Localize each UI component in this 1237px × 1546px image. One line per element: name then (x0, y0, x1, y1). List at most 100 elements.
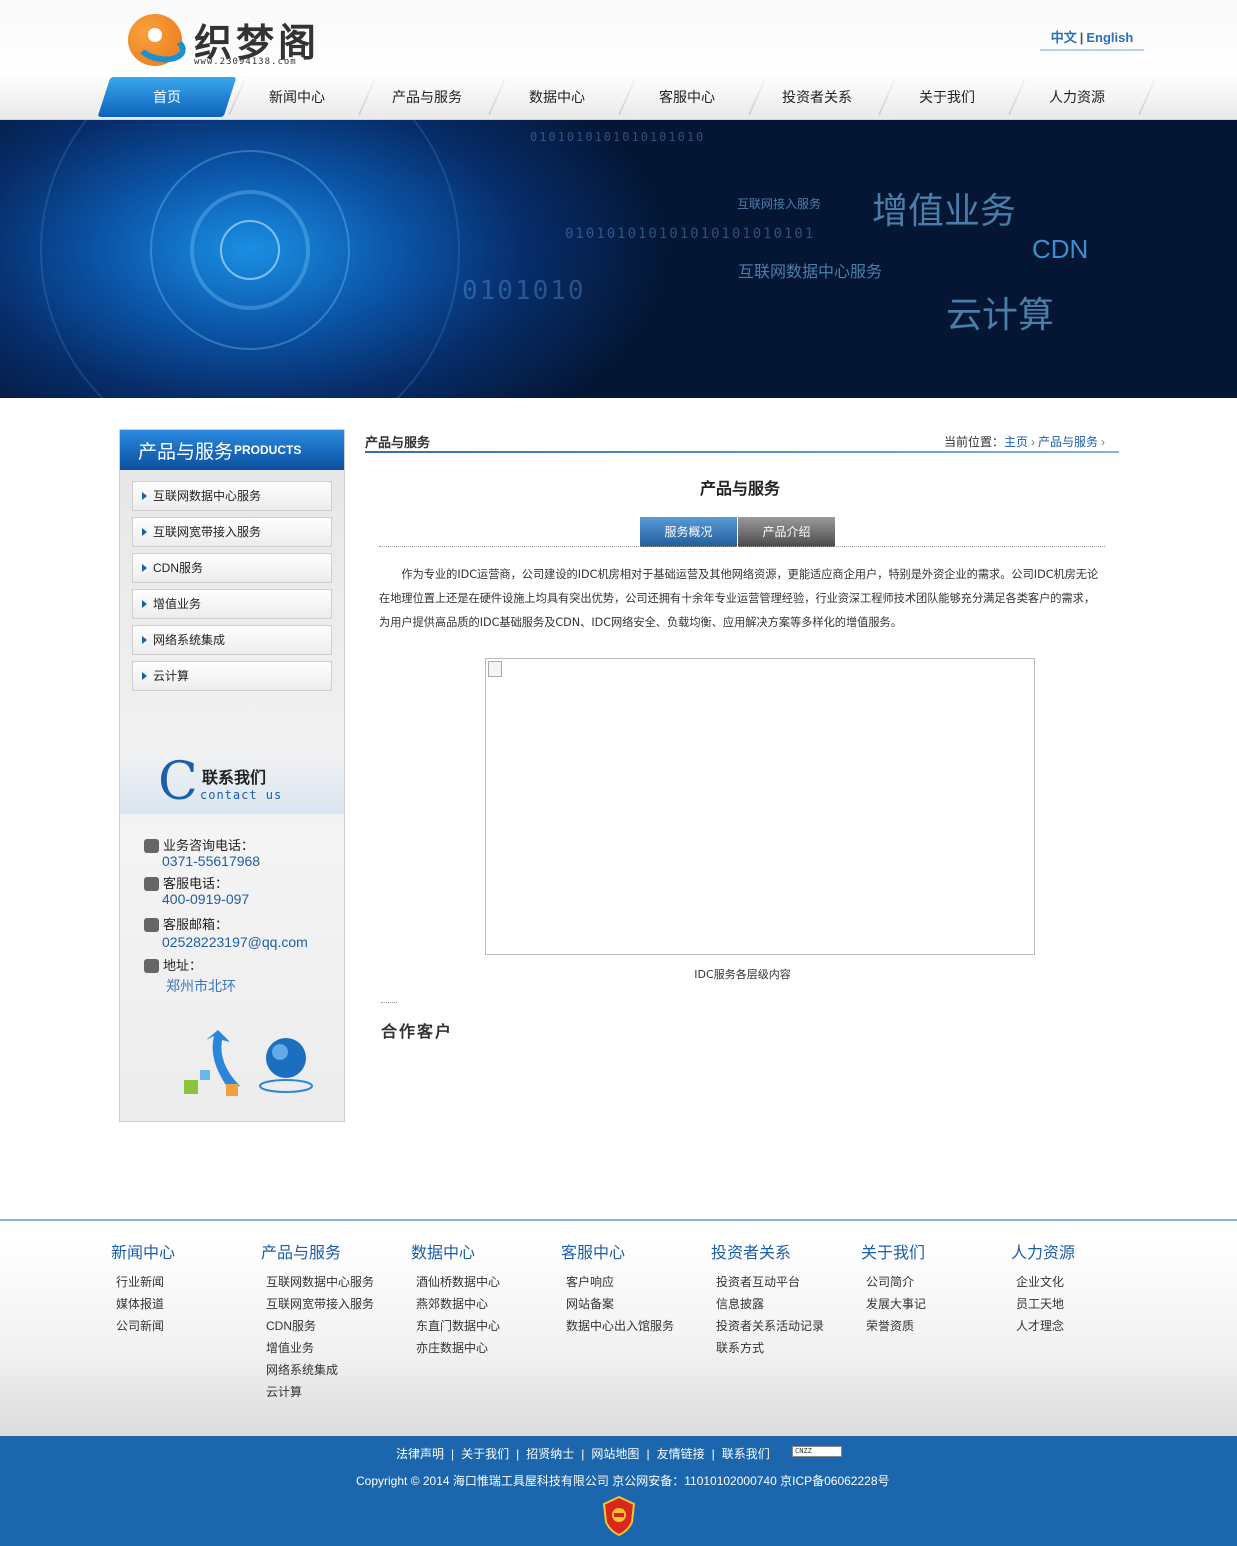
footer-link-jobs[interactable]: 招贤纳士 (526, 1447, 574, 1461)
footer-link[interactable]: 公司简介 (861, 1271, 1011, 1293)
footer-link[interactable]: 网站备案 (561, 1293, 711, 1315)
footer-link-contact[interactable]: 联系我们 (722, 1447, 770, 1461)
chevron-right-icon: › (1031, 435, 1036, 449)
link-separator: | (581, 1447, 585, 1461)
nav-item-products[interactable]: 产品与服务 (362, 75, 492, 119)
breadcrumb-home-link[interactable]: 主页 (1004, 435, 1028, 449)
footer-col-title[interactable]: 客服中心 (561, 1243, 711, 1271)
footer-link-legal[interactable]: 法律声明 (396, 1447, 444, 1461)
site-logo[interactable]: 织梦阁 www.23094138.com (128, 14, 338, 70)
nav-item-about[interactable]: 关于我们 (882, 75, 1012, 119)
content-title: 产品与服务 (699, 481, 780, 498)
lang-english-link[interactable]: English (1086, 30, 1133, 45)
contact-service-phone: 400-0919-097 (162, 891, 250, 907)
footer-link[interactable]: 网络系统集成 (261, 1359, 411, 1381)
sidebar-item-cdn[interactable]: CDN服务 (132, 553, 332, 583)
contact-email[interactable]: 02528223197@qq.com (162, 934, 308, 950)
hero-banner: 0101010101010101010 01010101010101010101… (0, 120, 1237, 398)
section-divider (365, 451, 1119, 453)
sidebar-item-cloud[interactable]: 云计算 (132, 661, 332, 691)
sidebar-header: 产品与服务 PRODUCTS (120, 430, 344, 470)
footer-link[interactable]: 发展大事记 (861, 1293, 1011, 1315)
dotted-divider (381, 1002, 397, 1003)
footer-divider (0, 1219, 1237, 1221)
footer-link[interactable]: 客户响应 (561, 1271, 711, 1293)
footer-col-title[interactable]: 投资者关系 (711, 1243, 861, 1271)
footer-bottom-links: 法律声明 | 关于我们 | 招贤纳士 | 网站地图 | 友情链接 | 联系我们 (396, 1445, 770, 1462)
footer-link[interactable]: 互联网宽带接入服务 (261, 1293, 411, 1315)
footer-link[interactable]: 人才理念 (1011, 1315, 1161, 1337)
sidebar-item-integration[interactable]: 网络系统集成 (132, 625, 332, 655)
banner-text-cdn: CDN (1032, 234, 1089, 264)
arrow-right-icon (142, 636, 147, 644)
footer-link[interactable]: 员工天地 (1011, 1293, 1161, 1315)
footer-link[interactable]: 东直门数据中心 (411, 1315, 561, 1337)
nav-item-news[interactable]: 新闻中心 (232, 75, 362, 119)
footer-link[interactable]: 行业新闻 (111, 1271, 261, 1293)
footer-link[interactable]: CDN服务 (261, 1315, 411, 1337)
footer-link[interactable]: 媒体报道 (111, 1293, 261, 1315)
site-header: 织梦阁 www.23094138.com 中文 | English (0, 0, 1237, 75)
footer-col-title[interactable]: 数据中心 (411, 1243, 561, 1271)
content-paragraph: 作为专业的IDC运营商，公司建设的IDC机房相对于基础运营及其他网络资源，更能适… (379, 568, 1099, 629)
cnzz-badge[interactable]: CNZZ (792, 1446, 842, 1457)
breadcrumb-current-link[interactable]: 产品与服务 (1038, 435, 1098, 449)
nav-item-home[interactable]: 首页 (102, 75, 232, 119)
sidebar-item-broadband[interactable]: 互联网宽带接入服务 (132, 517, 332, 547)
footer-col-products: 产品与服务 互联网数据中心服务 互联网宽带接入服务 CDN服务 增值业务 网络系… (261, 1243, 411, 1403)
footer-sitemap: 新闻中心 行业新闻 媒体报道 公司新闻 产品与服务 互联网数据中心服务 互联网宽… (0, 1240, 1237, 1436)
telephone-icon (144, 877, 159, 891)
footer-col-title[interactable]: 人力资源 (1011, 1243, 1161, 1271)
mail-icon (144, 918, 159, 932)
logo-url: www.23094138.com (194, 57, 297, 67)
footer-link[interactable]: 投资者互动平台 (711, 1271, 861, 1293)
tab-product-intro[interactable]: 产品介绍 (738, 517, 835, 547)
nav-item-datacenter[interactable]: 数据中心 (492, 75, 622, 119)
nav-item-investors[interactable]: 投资者关系 (752, 75, 882, 119)
sidebar-item-label: CDN服务 (153, 561, 203, 575)
broken-image-icon (488, 661, 502, 677)
footer-col-service: 客服中心 客户响应 网站备案 数据中心出入馆服务 (561, 1243, 711, 1337)
sidebar-item-idc[interactable]: 互联网数据中心服务 (132, 481, 332, 511)
footer-col-title[interactable]: 产品与服务 (261, 1243, 411, 1271)
banner-ring (40, 120, 460, 398)
footer-col-title[interactable]: 新闻中心 (111, 1243, 261, 1271)
footer-link[interactable]: 亦庄数据中心 (411, 1337, 561, 1359)
contact-title-cn: 联系我们 (202, 770, 267, 787)
footer-col-title[interactable]: 关于我们 (861, 1243, 1011, 1271)
footer-link[interactable]: 增值业务 (261, 1337, 411, 1359)
footer-link-about[interactable]: 关于我们 (461, 1447, 509, 1461)
nav-item-hr[interactable]: 人力资源 (1012, 75, 1142, 119)
footer-link[interactable]: 企业文化 (1011, 1271, 1161, 1293)
tab-service-overview[interactable]: 服务概况 (640, 517, 737, 547)
footer-link[interactable]: 联系方式 (711, 1337, 861, 1359)
arrow-right-icon (142, 528, 147, 536)
footer-link[interactable]: 荣誉资质 (861, 1315, 1011, 1337)
footer-link-sitemap[interactable]: 网站地图 (591, 1447, 639, 1461)
lang-separator: | (1079, 30, 1084, 45)
footer-link[interactable]: 云计算 (261, 1381, 411, 1403)
contact-address: 郑州市北环 (166, 978, 236, 994)
contact-title-en: contact us (200, 788, 283, 802)
footer-link-friends[interactable]: 友情链接 (657, 1447, 705, 1461)
sidebar-item-label: 互联网宽带接入服务 (153, 525, 262, 539)
arrow-right-icon (142, 600, 147, 608)
sidebar-title-en: PRODUCTS (234, 443, 302, 457)
content-image (485, 658, 1035, 955)
footer-link[interactable]: 酒仙桥数据中心 (411, 1271, 561, 1293)
sidebar: 产品与服务 PRODUCTS 互联网数据中心服务 互联网宽带接入服务 CDN服务… (119, 429, 345, 1122)
footer-link[interactable]: 投资者关系活动记录 (711, 1315, 861, 1337)
footer-link[interactable]: 燕郊数据中心 (411, 1293, 561, 1315)
lang-chinese-link[interactable]: 中文 (1051, 30, 1077, 45)
nav-item-service[interactable]: 客服中心 (622, 75, 752, 119)
footer-link[interactable]: 互联网数据中心服务 (261, 1271, 411, 1293)
language-switcher: 中文 | English (1040, 27, 1144, 51)
footer-col-hr: 人力资源 企业文化 员工天地 人才理念 (1011, 1243, 1161, 1337)
footer-link[interactable]: 公司新闻 (111, 1315, 261, 1337)
sidebar-item-value-added[interactable]: 增值业务 (132, 589, 332, 619)
footer-col-investors: 投资者关系 投资者互动平台 信息披露 投资者关系活动记录 联系方式 (711, 1243, 861, 1359)
footer-link[interactable]: 数据中心出入馆服务 (561, 1315, 711, 1337)
footer-col-about: 关于我们 公司简介 发展大事记 荣誉资质 (861, 1243, 1011, 1337)
police-emblem-icon[interactable] (602, 1496, 636, 1536)
footer-link[interactable]: 信息披露 (711, 1293, 861, 1315)
